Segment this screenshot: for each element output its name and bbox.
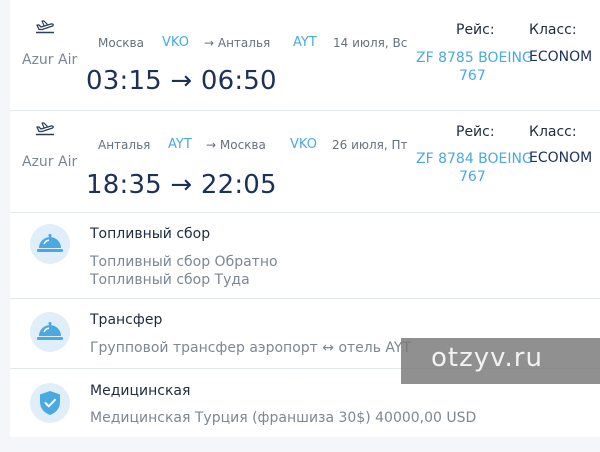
class-value: ECONOM	[529, 49, 593, 65]
plane-takeoff-icon	[36, 20, 54, 34]
flight-times: 18:35 → 22:05	[86, 170, 277, 200]
divider	[10, 298, 600, 299]
divider	[10, 212, 600, 213]
plane-takeoff-icon	[36, 122, 54, 136]
service-bell-icon	[30, 224, 70, 264]
divider	[10, 110, 600, 111]
watermark: otzyv.ru	[401, 338, 600, 384]
flight-date: 14 июля, Вс	[333, 36, 408, 50]
flight-label: Рейс:	[456, 22, 495, 38]
service-detail: Топливный сбор Обратно	[90, 254, 278, 270]
destination-city: → Москва	[206, 138, 266, 152]
flight-label: Рейс:	[456, 124, 495, 140]
flight-times: 03:15 → 06:50	[86, 66, 277, 96]
shield-check-icon	[30, 383, 70, 423]
airline-name: Azur Air	[22, 52, 78, 68]
destination-code: AYT	[293, 35, 317, 50]
flight-date: 26 июля, Пт	[332, 138, 408, 152]
origin-city: Анталья	[98, 138, 151, 152]
service-bell-icon	[30, 312, 70, 352]
origin-city: Москва	[98, 36, 144, 50]
aircraft-model: 767	[459, 169, 486, 185]
class-label: Класс:	[529, 22, 577, 38]
flight-number: ZF 8785 BOEING	[416, 50, 533, 66]
service-detail: Медицинская Турция (франшиза 30$) 40000,…	[90, 410, 477, 426]
service-title: Топливный сбор	[90, 226, 211, 242]
class-value: ECONOM	[529, 150, 593, 166]
service-title: Трансфер	[90, 312, 163, 328]
class-label: Класс:	[529, 124, 577, 140]
flight-number: ZF 8784 BOEING	[416, 151, 533, 167]
destination-code: VKO	[290, 137, 317, 152]
service-detail: Групповой трансфер аэропорт ↔ отель AYT	[90, 340, 412, 356]
service-detail: Топливный сбор Туда	[90, 272, 250, 288]
origin-code: VKO	[162, 35, 189, 50]
destination-city: → Анталья	[204, 36, 271, 50]
airline-name: Azur Air	[22, 154, 78, 170]
origin-code: AYT	[168, 137, 192, 152]
service-title: Медицинская	[90, 383, 191, 399]
aircraft-model: 767	[459, 68, 486, 84]
watermark-text: otzyv.ru	[431, 343, 543, 373]
